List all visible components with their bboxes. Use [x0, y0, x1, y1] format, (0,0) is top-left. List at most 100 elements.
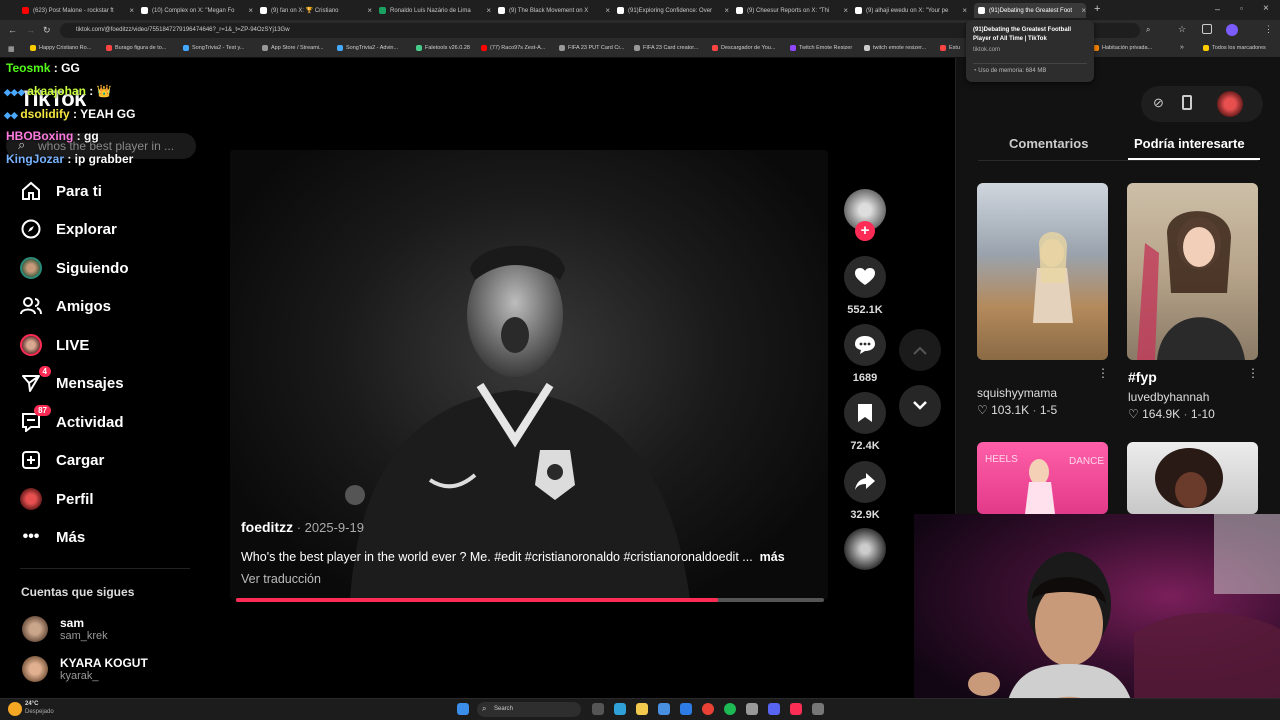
spotify-icon[interactable] — [724, 703, 736, 715]
more-bookmarks-icon[interactable]: » — [1180, 44, 1184, 51]
creator-avatar[interactable]: + — [843, 189, 887, 241]
following-account[interactable]: sam sam_krek — [22, 616, 108, 642]
save-button[interactable]: 72.4K — [843, 392, 887, 452]
back-icon[interactable]: ← — [8, 25, 17, 35]
more-options-icon[interactable]: ⋮ — [1247, 366, 1259, 380]
browser-tab[interactable]: (623) Post Malone - rockstar ft × — [22, 3, 134, 18]
all-bookmarks[interactable]: Todos los marcadores — [1203, 45, 1266, 51]
extensions-icon[interactable] — [1202, 24, 1212, 34]
browser-tab[interactable]: Ronaldo Luís Nazário de Lima × — [379, 3, 491, 18]
bookmark[interactable]: SongTrivia2 - Advin... — [337, 45, 398, 51]
video-thumbnail[interactable]: HEELS DANCE — [977, 442, 1108, 514]
forward-icon[interactable]: → — [26, 25, 35, 35]
close-icon[interactable]: × — [248, 6, 253, 15]
video-author[interactable]: foeditzz · 2025-9-19 — [241, 519, 364, 535]
nav-actividad[interactable]: 87 Actividad — [20, 405, 124, 437]
like-button[interactable]: 552.1K — [843, 256, 887, 316]
task-view-icon[interactable] — [592, 703, 604, 715]
user-avatar[interactable] — [1217, 91, 1243, 117]
bookmark[interactable]: Burago figura de to... — [106, 45, 166, 51]
bookmark[interactable]: Habitación privada... — [1093, 45, 1152, 51]
app-icon[interactable] — [746, 703, 758, 715]
minimize-button[interactable]: – — [1215, 4, 1220, 14]
close-icon[interactable]: × — [962, 6, 967, 15]
browser-tab[interactable]: (10) Complex on X: "Megan Fo × — [141, 3, 253, 18]
previous-video-button[interactable] — [899, 329, 941, 371]
browser-tab[interactable]: (9) alhaji ewedu on X: "Your pe × — [855, 3, 967, 18]
close-icon[interactable]: × — [129, 6, 134, 15]
browser-tab[interactable]: (9) fan on X: 🏆 Cristiano × — [260, 3, 372, 18]
video-thumbnail[interactable] — [1127, 183, 1258, 360]
close-icon[interactable]: × — [486, 6, 491, 15]
close-icon[interactable]: × — [724, 6, 729, 15]
bookmark[interactable]: App Store / Streami... — [262, 45, 324, 51]
browser-tab-active[interactable]: (91)Debating the Greatest Foot × — [974, 3, 1086, 18]
recommend-title[interactable]: #fyp — [1128, 369, 1157, 385]
bookmark-star-icon[interactable]: ☆ — [1178, 24, 1186, 35]
recommend-author[interactable]: squishyymama — [977, 386, 1057, 400]
nav-mensajes[interactable]: 4 Mensajes — [20, 366, 124, 398]
nav-siguiendo[interactable]: Siguiendo — [20, 253, 129, 283]
close-icon[interactable]: × — [367, 6, 372, 15]
nav-amigos[interactable]: Amigos — [20, 291, 111, 321]
close-icon[interactable]: × — [1081, 6, 1086, 15]
windows-start-icon[interactable] — [457, 703, 469, 715]
bookmark[interactable]: twitch emote resizer... — [864, 45, 926, 51]
bookmark[interactable]: Faletools v26.0.28 — [416, 45, 470, 51]
bookmark[interactable]: Happy Cristiano Ro... — [30, 45, 91, 51]
edge-icon[interactable] — [614, 703, 626, 715]
nav-explorar[interactable]: Explorar — [20, 214, 117, 244]
coin-icon[interactable]: ⊘ — [1153, 95, 1164, 111]
video-thumbnail[interactable] — [977, 183, 1108, 360]
apps-icon[interactable]: ▦ — [8, 45, 15, 53]
translate-link[interactable]: Ver traducción — [241, 572, 321, 586]
bookmark[interactable]: (77) Raco97s Zest-A... — [481, 45, 545, 51]
nav-live[interactable]: LIVE — [20, 330, 89, 360]
store-icon[interactable] — [658, 703, 670, 715]
nav-perfil[interactable]: Perfil — [20, 484, 94, 514]
sound-disc[interactable] — [843, 528, 887, 570]
next-video-button[interactable] — [899, 385, 941, 427]
bookmark[interactable]: SongTrivia2 - Test y... — [183, 45, 244, 51]
tab-podria-interesarte[interactable]: Podría interesarte — [1134, 136, 1245, 151]
close-icon[interactable]: × — [605, 6, 610, 15]
reload-icon[interactable]: ↻ — [43, 25, 51, 36]
video-progress-bar[interactable] — [236, 598, 824, 602]
bookmark[interactable]: Twitch Emote Resizer — [790, 45, 852, 51]
chrome-icon[interactable] — [702, 703, 714, 715]
bookmark[interactable]: Descargador de You... — [712, 45, 775, 51]
browser-tab[interactable]: (91)Exploring Confidence: Over × — [617, 3, 729, 18]
close-window-button[interactable]: × — [1263, 3, 1269, 14]
more-options-icon[interactable]: ⋮ — [1097, 366, 1109, 380]
tab-comentarios[interactable]: Comentarios — [1009, 136, 1088, 151]
file-explorer-icon[interactable] — [636, 703, 648, 715]
maximize-button[interactable]: ▫ — [1240, 4, 1243, 13]
bookmark[interactable]: FIFA 23 PUT Card Cr... — [559, 45, 624, 51]
browser-tab[interactable]: (9) Cheesur Reports on X: "Thi × — [736, 3, 848, 18]
comment-button[interactable]: 1689 — [843, 324, 887, 384]
browser-tab[interactable]: (9) The Black Movement on X × — [498, 3, 610, 18]
share-button[interactable]: 32.9K — [843, 461, 887, 521]
zoom-icon[interactable]: ⌕ — [1146, 25, 1150, 35]
nav-cargar[interactable]: Cargar — [20, 445, 104, 475]
weather-icon[interactable] — [8, 702, 22, 716]
menu-icon[interactable]: ⋮ — [1264, 24, 1273, 35]
more-link[interactable]: más — [760, 550, 785, 564]
bookmark[interactable]: FIFA 23 Card creator... — [634, 45, 698, 51]
discord-icon[interactable] — [768, 703, 780, 715]
mail-icon[interactable] — [680, 703, 692, 715]
video-thumbnail[interactable] — [1127, 442, 1258, 514]
new-tab-button[interactable]: + — [1094, 3, 1100, 15]
music-icon[interactable] — [790, 703, 802, 715]
close-icon[interactable]: × — [843, 6, 848, 15]
nav-mas[interactable]: ••• Más — [20, 522, 86, 552]
taskbar-search[interactable]: ⌕ Search — [477, 702, 581, 717]
profile-avatar[interactable] — [1226, 24, 1238, 36]
following-account[interactable]: KYARA KOGUT kyarak_ — [22, 656, 148, 682]
recommend-author[interactable]: luvedbyhannah — [1128, 390, 1209, 404]
app-icon[interactable] — [812, 703, 824, 715]
nav-para-ti[interactable]: Para ti — [20, 176, 102, 206]
device-icon[interactable] — [1182, 95, 1192, 110]
follow-plus-icon[interactable]: + — [855, 221, 875, 241]
bookmark[interactable]: Estu — [940, 45, 960, 51]
